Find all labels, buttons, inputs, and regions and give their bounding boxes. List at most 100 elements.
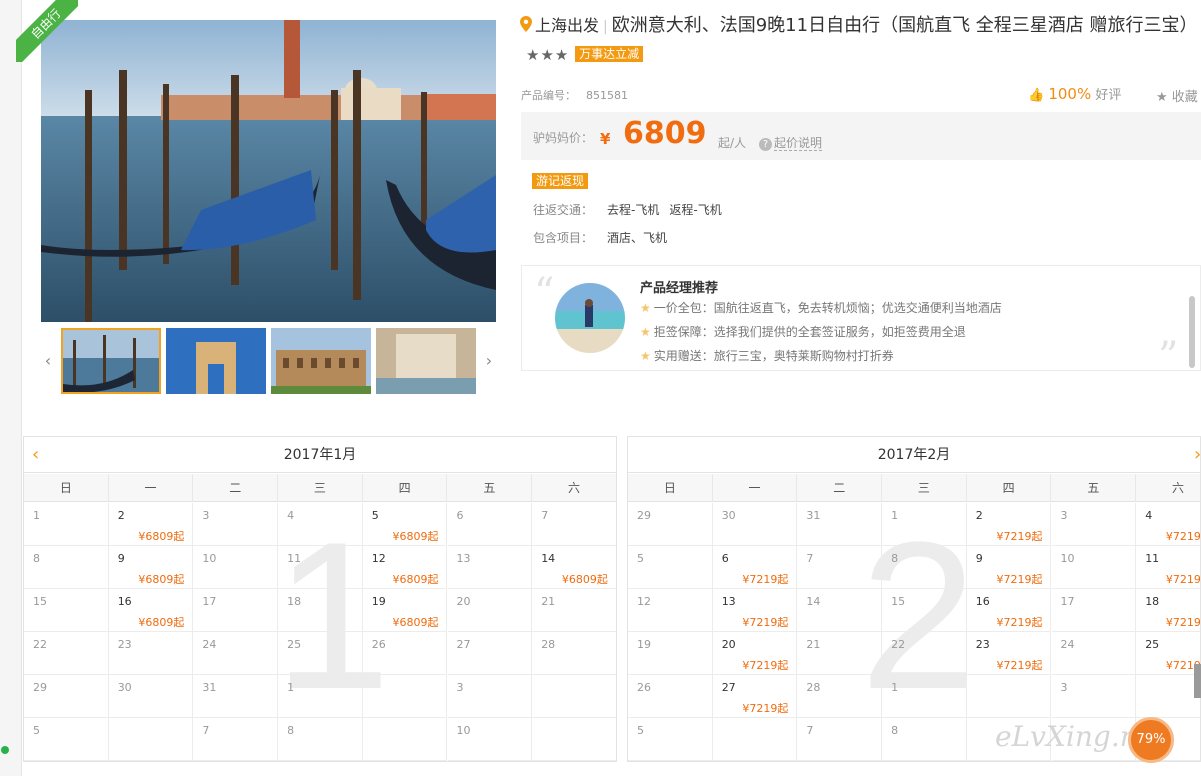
calendar-day-cell[interactable]: 19 ¥6809起 [362,589,448,632]
departure-city: 上海出发 [535,16,600,35]
rating-label: 好评 [1095,88,1122,103]
free-travel-ribbon: 自由行 [16,0,78,62]
day-number: 8 [33,552,40,565]
day-number: 12 [371,552,386,565]
day-number: 6 [721,552,729,565]
promo-badge[interactable]: 万事达立减 [575,46,644,62]
day-number: 29 [637,509,651,522]
includes-row: 包含项目： 酒店、飞机 [533,229,667,246]
calendar-day-cell: 22 [24,632,109,675]
day-number: 8 [891,724,899,737]
transport-label: 往返交通： [533,203,594,217]
calendar-day-cell: 7 [532,503,616,546]
day-number: 11 [1145,552,1160,565]
calendar-day-cell[interactable]: 16 ¥6809起 [108,589,194,632]
calendar-day-cell: 5 [24,718,109,761]
calendar-day-cell: 8 [882,718,967,761]
day-number: 7 [202,724,210,737]
day-number: 9 [975,552,983,565]
day-price: ¥6809起 [392,616,439,629]
day-price: ¥7219起 [742,616,789,629]
calendar-day-cell: 4 [278,503,363,546]
day-number: 20 [721,638,736,651]
manager-recommendation-box: “ 产品经理推荐 ★ 一价全包：国航往返直飞，免去转机烦恼；优选交通便利当地酒店 … [521,265,1201,380]
day-number: 10 [202,552,217,565]
calendar-day-cell[interactable]: 6 ¥7219起 [712,546,798,589]
calendar-day-cell[interactable]: 2 ¥6809起 [108,503,194,546]
calendar-day-cell: 7 [797,546,883,589]
calendar-day-cell: 25 [278,632,363,675]
calendar-prev-icon[interactable]: ‹ [32,437,39,473]
weekday-label: 四 [363,474,448,502]
calendar-day-cell[interactable]: 12 ¥6809起 [362,546,448,589]
day-number: 30 [117,681,132,694]
calendar-day-cell [712,718,798,761]
thumbnail-4[interactable] [376,328,476,394]
calendar-day-cell[interactable]: 5 ¥6809起 [362,503,448,546]
question-icon: ? [759,138,772,151]
bullet-star-icon: ★ [640,325,651,339]
calendar-day-cell[interactable]: 13 ¥7219起 [712,589,798,632]
thumbs-up-icon: 👍 [1028,88,1045,103]
speed-float-ball[interactable]: 79% [1128,717,1174,763]
day-number: 4 [287,509,295,522]
weekday-label: 三 [882,474,967,502]
day-number: 21 [541,595,556,608]
thumbnail-2[interactable] [166,328,266,394]
manager-avatar [555,283,625,353]
calendar-day-cell[interactable]: 16 ¥7219起 [966,589,1052,632]
product-number-value: 851581 [586,89,628,102]
manager-title: 产品经理推荐 [640,281,719,296]
day-number: 19 [371,595,386,608]
main-product-photo[interactable] [41,20,496,322]
day-number: 5 [637,724,644,737]
calendar-day-cell[interactable]: 4 ¥7219起 [1136,503,1200,546]
page-scrollbar-thumb[interactable] [1194,664,1201,698]
day-number: 3 [456,681,464,694]
day-number: 31 [806,509,821,522]
thumb-next-icon[interactable]: › [480,326,498,396]
price-help-link[interactable]: ? 起价说明 [759,134,823,151]
calendar-day-cell [362,718,448,761]
calendar-day-cell: 17 [193,589,279,632]
favorite-button[interactable]: ★ 收藏 [1156,86,1198,105]
calendar-day-cell[interactable]: 18 ¥7219起 [1136,589,1200,632]
weekday-label: 日 [628,474,713,502]
calendar-day-cell[interactable]: 11 ¥7219起 [1136,546,1200,589]
calendar-day-cell [1136,675,1200,718]
calendar-day-cell[interactable]: 27 ¥7219起 [712,675,798,718]
includes-value: 酒店、飞机 [607,231,668,245]
calendar-day-cell: 23 [108,632,194,675]
calendar-day-cell [532,675,616,718]
calendar-day-cell[interactable]: 23 ¥7219起 [966,632,1052,675]
calendar-day-cell[interactable]: 14 ¥6809起 [532,546,616,589]
includes-label: 包含项目： [533,231,594,245]
day-number: 18 [1145,595,1160,608]
manager-scrollbar[interactable] [1189,296,1195,368]
thumbnail-1[interactable] [61,328,161,394]
calendar-day-cell: 3 [1051,503,1137,546]
calendar-next-icon[interactable]: › [1194,437,1200,473]
calendar-day-cell: 1 [882,675,967,718]
day-number: 7 [806,724,814,737]
calendar-day-cell[interactable]: 9 ¥7219起 [966,546,1052,589]
thumb-prev-icon[interactable]: ‹ [39,326,57,396]
day-number: 3 [1060,509,1068,522]
day-number: 2 [975,509,983,522]
calendar-day-cell: 26 [362,632,448,675]
day-number: 10 [1060,552,1075,565]
calendar-day-cell[interactable]: 9 ¥6809起 [108,546,194,589]
calendar-day-cell[interactable]: 25¥7219起 [1136,632,1200,675]
thumbnail-3[interactable] [271,328,371,394]
calendar-day-cell[interactable]: 2 ¥7219起 [966,503,1052,546]
day-price: ¥6809起 [138,573,185,586]
calendar-day-cell: 18 [278,589,363,632]
calendar-day-cell[interactable]: 20 ¥7219起 [712,632,798,675]
day-number: 13 [721,595,736,608]
day-price: ¥7219起 [742,573,789,586]
open-quote-icon: “ [534,270,555,316]
calendar-day-cell: 30 [712,503,798,546]
day-number: 27 [721,681,736,694]
rating-summary[interactable]: 👍 100% 好评 [1028,84,1121,103]
cashback-tag[interactable]: 游记返现 [532,173,589,189]
